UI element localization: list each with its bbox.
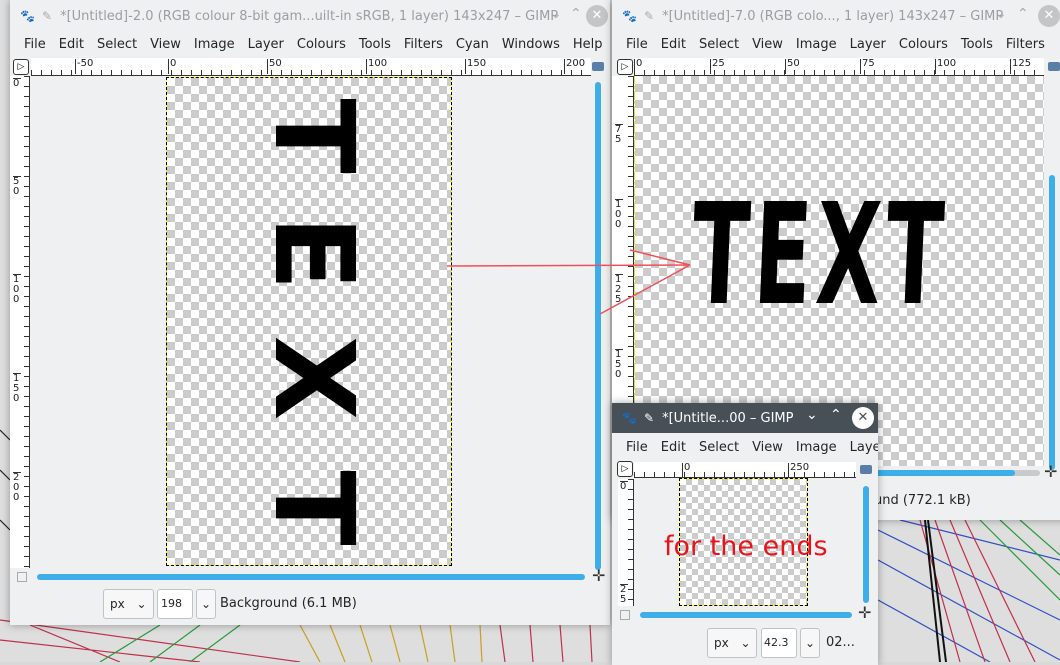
minimize-icon[interactable]: ⌄ <box>806 407 818 423</box>
horizontal-ruler[interactable]: 0 250 <box>634 462 856 478</box>
chevron-down-icon: ⌄ <box>805 636 816 650</box>
arrow-annotation <box>446 249 691 315</box>
zoom-input[interactable]: 42.3 % <box>761 628 797 665</box>
close-icon[interactable]: ✕ <box>852 407 874 429</box>
horizontal-scrollbar[interactable] <box>640 612 852 618</box>
unit-value: px <box>714 636 729 650</box>
status-text: 02... <box>826 635 855 650</box>
maximize-icon[interactable]: ⌃ <box>830 407 842 423</box>
arrow-shaft <box>446 264 691 267</box>
menu-view[interactable]: View <box>752 437 783 459</box>
chevron-down-icon: ⌄ <box>740 636 751 650</box>
ruler-label: 250 <box>788 463 809 477</box>
menu-file[interactable]: File <box>626 437 648 459</box>
navigate-cross-icon[interactable]: ✛ <box>858 603 871 622</box>
zoom-dropdown[interactable]: ⌄ <box>800 628 820 658</box>
annotation-text: for the ends <box>664 531 828 562</box>
window-title: *[Untitle...00 – GIMP <box>662 410 794 426</box>
unit-select[interactable]: px ⌄ <box>707 628 757 658</box>
menu-select[interactable]: Select <box>699 437 739 459</box>
gimp-icon: 🐾 <box>622 411 637 425</box>
menu-edit[interactable]: Edit <box>661 437 686 459</box>
pin-icon[interactable]: ✎ <box>644 411 654 425</box>
ruler-label: 25 <box>620 584 628 605</box>
arrow-head-lower <box>599 264 691 315</box>
ruler-label: 0 <box>682 463 690 477</box>
quick-mask-corner[interactable] <box>620 610 630 620</box>
gimp-window-3: 🐾 ✎ *[Untitle...00 – GIMP ⌄ ⌃ ✕ File Edi… <box>612 403 878 665</box>
menu-image[interactable]: Image <box>796 437 837 459</box>
ruler-label: 0 <box>620 481 628 492</box>
vertical-scrollbar[interactable] <box>863 486 869 603</box>
vertical-ruler[interactable]: 0 25 <box>618 479 634 606</box>
menu-layer[interactable]: Laye <box>850 437 878 459</box>
title-bar[interactable]: 🐾 ✎ *[Untitle...00 – GIMP ⌄ ⌃ ✕ <box>612 403 878 433</box>
navigate-icon[interactable] <box>860 465 872 474</box>
menu-bar: File Edit Select View Image Laye <box>612 437 878 459</box>
quick-mask-toggle[interactable]: ▷ <box>617 461 633 477</box>
arrow-head-upper <box>629 249 691 266</box>
